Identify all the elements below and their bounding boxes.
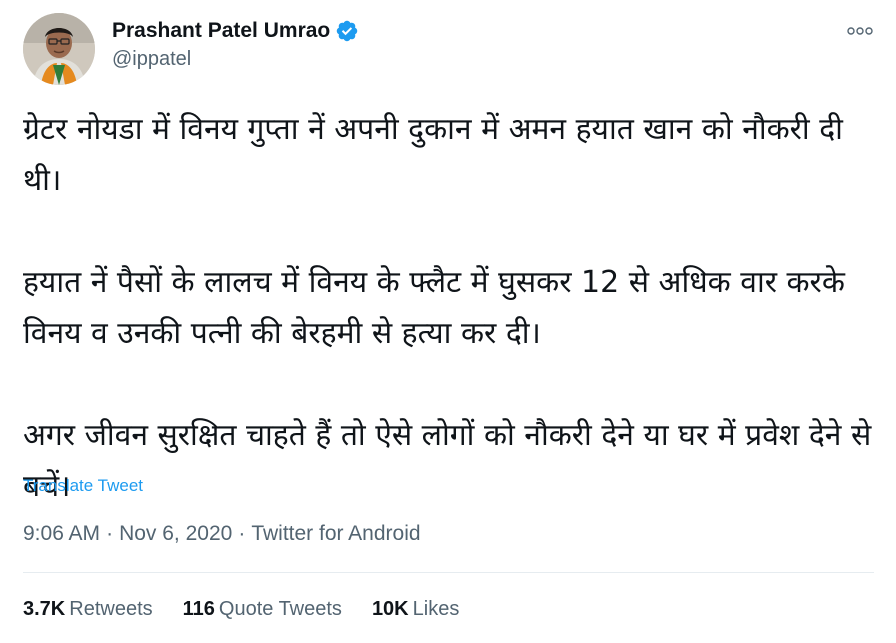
retweets-stat[interactable]: 3.7K Retweets <box>23 598 153 621</box>
retweets-label: Retweets <box>69 598 153 620</box>
author-name-row: Prashant Patel Umrao <box>112 16 359 46</box>
tweet-metadata: 9:06 AM · Nov 6, 2020 · Twitter for Android <box>23 522 421 546</box>
more-options-button[interactable] <box>846 22 874 40</box>
meta-separator: · <box>238 522 246 545</box>
quote-tweets-count: 116 <box>182 598 215 620</box>
retweets-count: 3.7K <box>23 598 66 620</box>
tweet-date[interactable]: Nov 6, 2020 <box>119 522 232 545</box>
stats-divider <box>23 572 874 573</box>
likes-stat[interactable]: 10K Likes <box>372 598 459 621</box>
verified-badge-icon <box>335 19 359 43</box>
tweet-source[interactable]: Twitter for Android <box>251 522 420 545</box>
avatar[interactable] <box>23 13 95 85</box>
tweet-time[interactable]: 9:06 AM <box>23 522 100 545</box>
quote-tweets-label: Quote Tweets <box>218 598 342 620</box>
likes-label: Likes <box>412 598 460 620</box>
meta-separator: · <box>106 522 114 545</box>
author-display-name[interactable]: Prashant Patel Umrao <box>112 19 330 43</box>
more-horizontal-icon <box>847 27 873 35</box>
translate-tweet-link[interactable]: Translate Tweet <box>23 476 143 496</box>
author-handle[interactable]: @ippatel <box>112 48 359 71</box>
tweet-author: Prashant Patel Umrao @ippatel <box>112 16 359 71</box>
quote-tweets-stat[interactable]: 116 Quote Tweets <box>183 598 342 621</box>
avatar-photo <box>23 13 95 85</box>
likes-count: 10K <box>371 598 409 620</box>
tweet-card: Prashant Patel Umrao @ippatel ग्रेटर नोय… <box>0 0 896 643</box>
tweet-text: ग्रेटर नोयडा में विनय गुप्ता नें अपनी दु… <box>23 112 872 504</box>
tweet-stats: 3.7K Retweets 116 Quote Tweets 10K Likes <box>23 598 489 621</box>
